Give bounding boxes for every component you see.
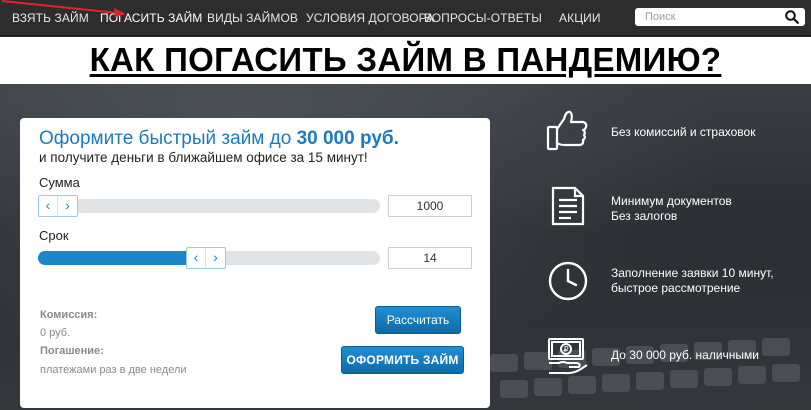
feature-cash-line: До 30 000 руб. наличными xyxy=(611,348,759,362)
card-title-prefix: Оформите быстрый займ до xyxy=(39,128,297,149)
loan-calculator-card: Оформите быстрый займ до 30 000 руб. и п… xyxy=(20,118,490,408)
clock-icon xyxy=(548,261,588,301)
search-input[interactable] xyxy=(635,8,780,26)
repayment-value: платежами раз в две недели xyxy=(40,364,187,376)
top-nav: Взять займ Погасить займ Виды займов Усл… xyxy=(0,0,811,36)
sum-slider-handle[interactable]: ‹ › xyxy=(38,195,78,217)
apply-loan-button[interactable]: ОФОРМИТЬ ЗАЙМ xyxy=(341,346,464,374)
search-box xyxy=(635,8,805,26)
feature-min-docs-line-2: Без залогов xyxy=(611,209,678,223)
card-subtitle: и получите деньги в ближайшем офисе за 1… xyxy=(39,150,368,165)
page-headline: КАК ПОГАСИТЬ ЗАЙМ В ПАНДЕМИЮ? xyxy=(89,41,722,78)
term-value-field[interactable]: 14 xyxy=(388,247,472,269)
feature-min-docs: Минимум документов Без залогов xyxy=(611,194,732,224)
feature-fast-application-line-1: Заполнение заявки 10 минут, xyxy=(611,266,774,280)
feature-cash: До 30 000 руб. наличными xyxy=(611,348,759,363)
feature-min-docs-line-1: Минимум документов xyxy=(611,194,732,208)
feature-fast-application: Заполнение заявки 10 минут, быстрое расс… xyxy=(611,266,774,296)
document-icon xyxy=(551,186,585,226)
nav-item-repay-loan[interactable]: Погасить займ xyxy=(100,0,202,36)
feature-fast-application-line-2: быстрое рассмотрение xyxy=(611,281,741,295)
calculate-button[interactable]: Рассчитать xyxy=(375,306,461,334)
term-slider-handle[interactable]: ‹ › xyxy=(185,247,226,269)
nav-item-faq[interactable]: Вопросы-ответы xyxy=(424,0,542,36)
svg-text:₽: ₽ xyxy=(563,345,568,354)
card-title-amount: 30 000 руб. xyxy=(296,128,399,149)
commission-value: 0 руб. xyxy=(40,327,71,339)
chevron-left-icon[interactable]: ‹ xyxy=(187,248,206,268)
term-label: Срок xyxy=(39,228,69,243)
feature-no-fees-line: Без комиссий и страховок xyxy=(611,125,756,139)
card-title: Оформите быстрый займ до 30 000 руб. xyxy=(39,128,399,150)
chevron-right-icon[interactable]: › xyxy=(206,248,225,268)
nav-item-promotions[interactable]: Акции xyxy=(559,0,601,36)
nav-item-take-loan[interactable]: Взять займ xyxy=(12,0,89,36)
sum-slider-track[interactable] xyxy=(38,199,380,213)
sum-label: Сумма xyxy=(39,175,80,190)
commission-label: Комиссия: xyxy=(40,309,98,321)
term-slider-fill xyxy=(38,251,206,265)
repayment-label: Погашение: xyxy=(40,345,104,357)
cash-hand-icon: ₽ xyxy=(548,338,588,375)
chevron-left-icon[interactable]: ‹ xyxy=(39,196,58,216)
feature-no-fees: Без комиссий и страховок xyxy=(611,125,755,140)
sum-value-field[interactable]: 1000 xyxy=(388,195,472,217)
search-icon[interactable] xyxy=(785,10,799,24)
nav-item-contract-terms[interactable]: Условия договора xyxy=(306,0,434,36)
nav-item-loan-types[interactable]: Виды займов xyxy=(207,0,298,36)
chevron-right-icon[interactable]: › xyxy=(58,196,77,216)
thumbs-up-icon xyxy=(546,110,588,151)
